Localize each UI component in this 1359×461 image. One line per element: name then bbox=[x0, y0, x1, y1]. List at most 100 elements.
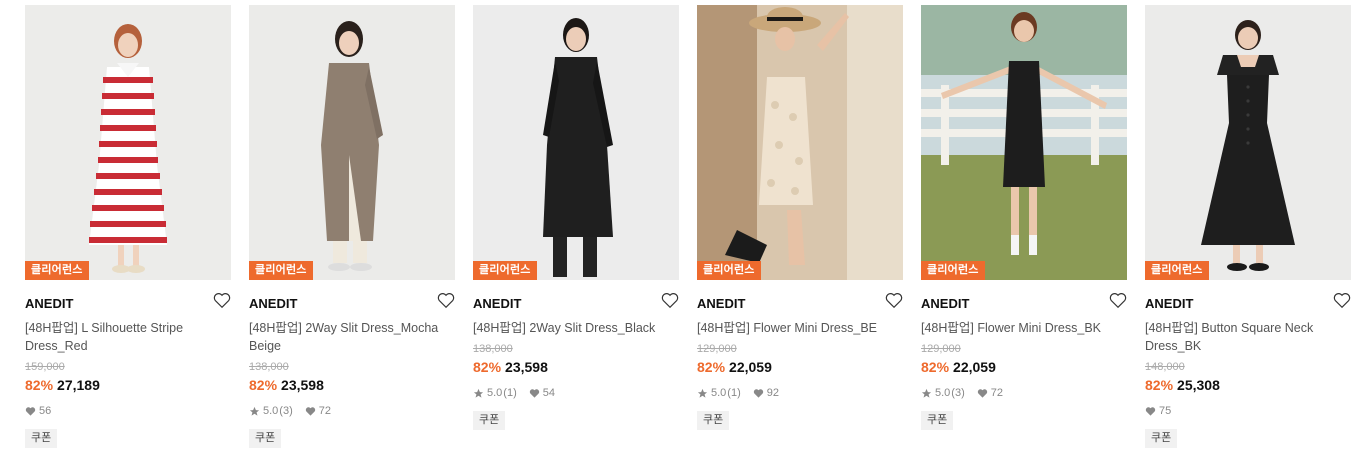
original-price: 129,000 bbox=[921, 343, 961, 355]
product-name[interactable]: [48H팝업] 2Way Slit Dress_Black bbox=[473, 319, 673, 337]
original-price: 138,000 bbox=[249, 361, 289, 373]
product-card[interactable]: 클리어런스 ANEDIT [48H팝업] Flower Mini Dress_B… bbox=[697, 5, 903, 461]
product-stats: 5.0 (1) 92 bbox=[697, 387, 779, 399]
likes-count: 72 bbox=[318, 405, 331, 417]
wishlist-heart-icon[interactable] bbox=[1109, 292, 1127, 309]
clearance-badge: 클리어런스 bbox=[249, 261, 313, 280]
wishlist-heart-icon[interactable] bbox=[885, 292, 903, 309]
discount-rate: 82% bbox=[473, 359, 502, 375]
likes-count: 56 bbox=[39, 405, 52, 417]
likes-heart-icon bbox=[25, 406, 36, 416]
coupon-tag: 쿠폰 bbox=[25, 429, 58, 448]
rating-star-icon bbox=[473, 388, 484, 398]
review-count: (1) bbox=[727, 387, 741, 399]
product-card[interactable]: 클리어런스 ANEDIT [48H팝업] 2Way Slit Dress_Bla… bbox=[473, 5, 679, 461]
product-card[interactable]: 클리어런스 ANEDIT [48H팝업] Button Square Neck … bbox=[1145, 5, 1351, 461]
brand-name[interactable]: ANEDIT bbox=[249, 296, 297, 311]
product-name[interactable]: [48H팝업] Flower Mini Dress_BE bbox=[697, 319, 897, 337]
likes-count: 72 bbox=[990, 387, 1003, 399]
product-image[interactable]: 클리어런스 bbox=[473, 5, 679, 280]
clearance-badge: 클리어런스 bbox=[1145, 261, 1209, 280]
product-card[interactable]: 클리어런스 ANEDIT [48H팝업] L Silhouette Stripe… bbox=[25, 5, 231, 461]
brand-name[interactable]: ANEDIT bbox=[1145, 296, 1193, 311]
wishlist-heart-icon[interactable] bbox=[213, 292, 231, 309]
discount-rate: 82% bbox=[921, 359, 950, 375]
discount-rate: 82% bbox=[1145, 377, 1174, 393]
wishlist-heart-icon[interactable] bbox=[661, 292, 679, 309]
coupon-tag: 쿠폰 bbox=[249, 429, 282, 448]
brand-name[interactable]: ANEDIT bbox=[473, 296, 521, 311]
original-price: 159,000 bbox=[25, 361, 65, 373]
sale-price: 23,598 bbox=[281, 377, 324, 393]
sale-price-row: 82% 22,059 bbox=[697, 359, 772, 375]
likes-heart-icon bbox=[977, 388, 987, 398]
product-card[interactable]: 클리어런스 ANEDIT [48H팝업] Flower Mini Dress_B… bbox=[921, 5, 1127, 461]
product-card[interactable]: 클리어런스 ANEDIT [48H팝업] 2Way Slit Dress_Moc… bbox=[249, 5, 455, 461]
product-photo bbox=[921, 5, 1127, 280]
product-image[interactable]: 클리어런스 bbox=[697, 5, 903, 280]
sale-price-row: 82% 22,059 bbox=[921, 359, 996, 375]
rating-star-icon bbox=[249, 406, 260, 416]
coupon-tag: 쿠폰 bbox=[473, 411, 506, 430]
discount-rate: 82% bbox=[25, 377, 54, 393]
sale-price: 23,598 bbox=[505, 359, 548, 375]
discount-rate: 82% bbox=[249, 377, 278, 393]
sale-price: 27,189 bbox=[57, 377, 100, 393]
sale-price-row: 82% 27,189 bbox=[25, 377, 100, 393]
coupon-tag: 쿠폰 bbox=[697, 411, 730, 430]
sale-price: 22,059 bbox=[953, 359, 996, 375]
likes-count: 54 bbox=[542, 387, 555, 399]
rating-score: 5.0 bbox=[935, 387, 951, 399]
product-grid: 클리어런스 ANEDIT [48H팝업] L Silhouette Stripe… bbox=[0, 0, 1359, 461]
sale-price: 22,059 bbox=[729, 359, 772, 375]
product-stats: 5.0 (3) 72 bbox=[249, 405, 331, 417]
sale-price: 25,308 bbox=[1177, 377, 1220, 393]
product-photo bbox=[249, 5, 455, 280]
discount-rate: 82% bbox=[697, 359, 726, 375]
likes-heart-icon bbox=[529, 388, 539, 398]
clearance-badge: 클리어런스 bbox=[473, 261, 537, 280]
product-name[interactable]: [48H팝업] 2Way Slit Dress_Mocha Beige bbox=[249, 319, 449, 355]
sale-price-row: 82% 23,598 bbox=[473, 359, 548, 375]
product-photo bbox=[473, 5, 679, 280]
product-stats: 56 bbox=[25, 405, 51, 417]
coupon-tag: 쿠폰 bbox=[1145, 429, 1178, 448]
rating-star-icon bbox=[697, 388, 708, 398]
original-price: 148,000 bbox=[1145, 361, 1185, 373]
review-count: (3) bbox=[951, 387, 965, 399]
likes-count: 92 bbox=[766, 387, 779, 399]
product-image[interactable]: 클리어런스 bbox=[25, 5, 231, 280]
sale-price-row: 82% 25,308 bbox=[1145, 377, 1220, 393]
clearance-badge: 클리어런스 bbox=[921, 261, 985, 280]
product-photo bbox=[1145, 5, 1351, 280]
product-photo bbox=[697, 5, 903, 280]
product-image[interactable]: 클리어런스 bbox=[921, 5, 1127, 280]
brand-name[interactable]: ANEDIT bbox=[697, 296, 745, 311]
product-stats: 5.0 (3) 72 bbox=[921, 387, 1003, 399]
coupon-tag: 쿠폰 bbox=[921, 411, 954, 430]
wishlist-heart-icon[interactable] bbox=[1333, 292, 1351, 309]
sale-price-row: 82% 23,598 bbox=[249, 377, 324, 393]
product-name[interactable]: [48H팝업] L Silhouette Stripe Dress_Red bbox=[25, 319, 225, 355]
likes-heart-icon bbox=[305, 406, 315, 416]
clearance-badge: 클리어런스 bbox=[25, 261, 89, 280]
product-photo bbox=[25, 5, 231, 280]
product-image[interactable]: 클리어런스 bbox=[249, 5, 455, 280]
brand-name[interactable]: ANEDIT bbox=[921, 296, 969, 311]
wishlist-heart-icon[interactable] bbox=[437, 292, 455, 309]
likes-count: 75 bbox=[1159, 405, 1172, 417]
product-stats: 75 bbox=[1145, 405, 1171, 417]
brand-name[interactable]: ANEDIT bbox=[25, 296, 73, 311]
rating-score: 5.0 bbox=[263, 405, 279, 417]
original-price: 138,000 bbox=[473, 343, 513, 355]
product-name[interactable]: [48H팝업] Button Square Neck Dress_BK bbox=[1145, 319, 1345, 355]
product-name[interactable]: [48H팝업] Flower Mini Dress_BK bbox=[921, 319, 1121, 337]
product-stats: 5.0 (1) 54 bbox=[473, 387, 555, 399]
likes-heart-icon bbox=[753, 388, 763, 398]
review-count: (1) bbox=[503, 387, 517, 399]
rating-score: 5.0 bbox=[487, 387, 503, 399]
rating-score: 5.0 bbox=[711, 387, 727, 399]
product-image[interactable]: 클리어런스 bbox=[1145, 5, 1351, 280]
clearance-badge: 클리어런스 bbox=[697, 261, 761, 280]
likes-heart-icon bbox=[1145, 406, 1156, 416]
